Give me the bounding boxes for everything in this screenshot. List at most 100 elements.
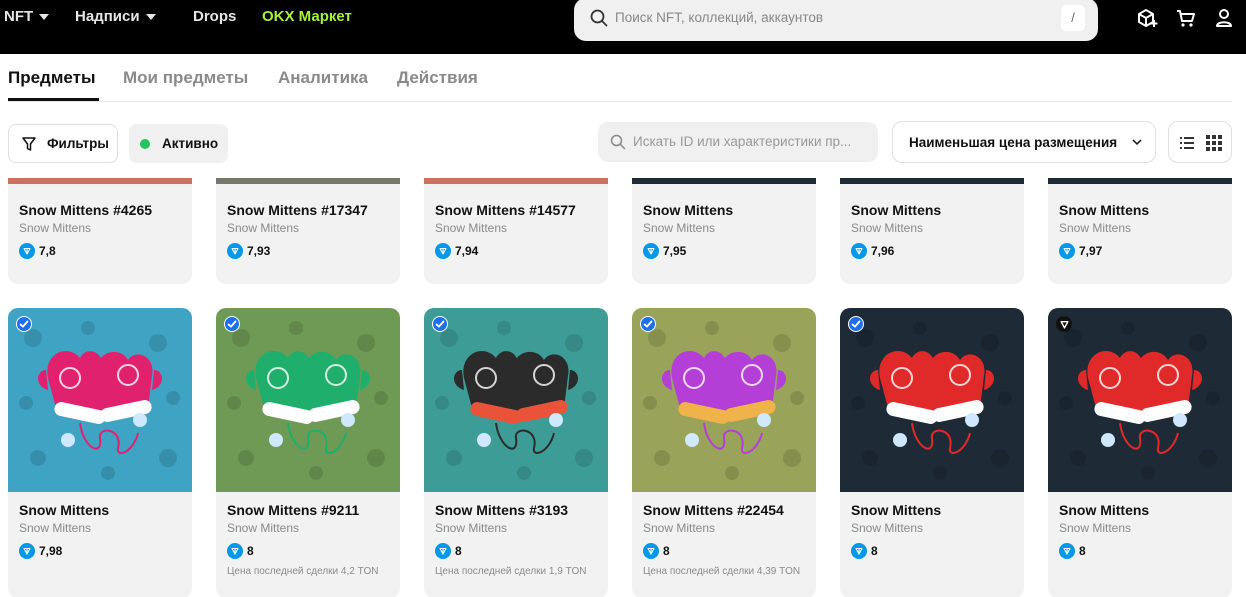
- nft-card[interactable]: Snow Mittens Snow Mittens 7,98: [8, 308, 192, 597]
- chevron-down-icon: [39, 13, 50, 20]
- mittens-illustration: [424, 308, 608, 492]
- chevron-down-icon: [1132, 139, 1142, 146]
- nft-card[interactable]: Snow Mittens #9211 Snow Mittens 8 Цена п…: [216, 308, 400, 597]
- nav-inscriptions-label: Надписи: [75, 8, 140, 25]
- nft-card-collection: Snow Mittens: [19, 521, 92, 535]
- nft-card-price: 8: [643, 543, 670, 559]
- nft-card-title: Snow Mittens: [643, 202, 734, 218]
- verified-badge-icon: [224, 316, 240, 332]
- ton-icon: [435, 543, 451, 559]
- nft-card-price-value: 8: [1079, 544, 1086, 558]
- tab-analytics[interactable]: Аналитика: [278, 68, 368, 88]
- nft-card-price: 7,98: [19, 543, 62, 559]
- nav-drops[interactable]: Drops: [193, 8, 236, 25]
- ton-icon: [1059, 243, 1075, 259]
- nft-card-title: Snow Mittens #3193: [435, 502, 569, 518]
- nft-card-price-value: 7,8: [39, 244, 56, 258]
- nft-card-title: Snow Mittens #22454: [643, 502, 784, 518]
- tab-my-items[interactable]: Мои предметы: [123, 68, 248, 88]
- search-icon: [610, 134, 626, 150]
- nft-card-title: Snow Mittens #9211: [227, 502, 360, 518]
- mittens-illustration: [632, 308, 816, 492]
- nft-image-edge: [840, 178, 1024, 184]
- nft-card[interactable]: Snow Mittens Snow Mittens 8: [1048, 308, 1232, 597]
- sort-dropdown-label: Наименьшая цена размещения: [909, 134, 1118, 150]
- nft-card-collection: Snow Mittens: [227, 521, 300, 535]
- nft-card-image[interactable]: [840, 308, 1024, 492]
- tab-items[interactable]: Предметы: [8, 68, 96, 88]
- ton-icon: [227, 243, 243, 259]
- nft-card-image[interactable]: [8, 308, 192, 492]
- nft-card[interactable]: Snow Mittens #4265 Snow Mittens 7,8: [8, 178, 192, 284]
- nft-card[interactable]: Snow Mittens Snow Mittens 8: [840, 308, 1024, 597]
- ton-icon: [19, 243, 35, 259]
- nft-image-edge: [1048, 178, 1232, 184]
- mittens-illustration: [840, 308, 1024, 492]
- nft-card-image[interactable]: [632, 308, 816, 492]
- nav-okx-market[interactable]: OKX Маркет: [262, 8, 352, 25]
- ton-icon: [643, 543, 659, 559]
- nav-nft-label: NFT: [4, 8, 34, 25]
- nft-card-image[interactable]: [424, 308, 608, 492]
- nft-card-price: 8: [851, 543, 878, 559]
- nft-image-edge: [216, 178, 400, 184]
- nft-card-last-sale: Цена последней сделки 1,9 TON: [435, 566, 587, 577]
- nft-card-image[interactable]: [216, 308, 400, 492]
- nft-card-price-value: 7,93: [247, 244, 271, 258]
- nft-card-price: 8: [435, 543, 462, 559]
- nft-card-price: 7,8: [19, 243, 56, 259]
- nft-card[interactable]: Snow Mittens #14577 Snow Mittens 7,94: [424, 178, 608, 284]
- nft-card-title: Snow Mittens: [1059, 502, 1150, 518]
- status-active-label: Активно: [162, 136, 219, 151]
- nft-card[interactable]: Snow Mittens #22454 Snow Mittens 8 Цена …: [632, 308, 816, 597]
- mittens-illustration: [216, 308, 400, 492]
- verified-badge-icon: [432, 316, 448, 332]
- nft-image-edge: [632, 178, 816, 184]
- grid-view-icon[interactable]: [1206, 135, 1222, 151]
- nft-card-image[interactable]: [1048, 308, 1232, 492]
- mittens-illustration: [8, 308, 192, 492]
- nft-card-collection: Snow Mittens: [435, 221, 508, 235]
- nft-card-collection: Snow Mittens: [435, 521, 508, 535]
- list-view-icon[interactable]: [1180, 136, 1194, 150]
- nft-card-title: Snow Mittens #17347: [227, 202, 368, 218]
- nav-nft[interactable]: NFT: [4, 8, 50, 25]
- nft-card-collection: Snow Mittens: [1059, 521, 1132, 535]
- ton-icon: [227, 543, 243, 559]
- nft-grid: Snow Mittens #4265 Snow Mittens 7,8 Snow…: [0, 178, 1246, 597]
- nav-inscriptions[interactable]: Надписи: [75, 8, 156, 25]
- status-active-toggle[interactable]: Активно: [129, 124, 228, 163]
- verified-badge-icon: [848, 316, 864, 332]
- nft-card-price-value: 7,97: [1079, 244, 1103, 258]
- nft-card-price: 7,93: [227, 243, 270, 259]
- ton-icon: [19, 543, 35, 559]
- item-search-input[interactable]: Искать ID или характеристики пр...: [598, 122, 878, 162]
- chevron-down-icon: [145, 13, 156, 20]
- nft-card-price-value: 7,94: [455, 244, 479, 258]
- cube-plus-icon[interactable]: [1136, 7, 1158, 29]
- item-search-placeholder: Искать ID или характеристики пр...: [633, 134, 852, 149]
- nft-card[interactable]: Snow Mittens #17347 Snow Mittens 7,93: [216, 178, 400, 284]
- nft-card-price: 7,97: [1059, 243, 1102, 259]
- nft-card-title: Snow Mittens #4265: [19, 202, 153, 218]
- ton-icon: [851, 543, 867, 559]
- nft-card-price-value: 7,96: [871, 244, 895, 258]
- mittens-illustration: [1048, 308, 1232, 492]
- nft-card-price: 8: [1059, 543, 1086, 559]
- nft-card-price-value: 8: [247, 544, 254, 558]
- filters-button[interactable]: Фильтры: [8, 124, 118, 163]
- active-tab-indicator: [8, 98, 99, 101]
- nft-card-title: Snow Mittens #14577: [435, 202, 576, 218]
- tab-activity[interactable]: Действия: [397, 68, 478, 88]
- cart-icon[interactable]: [1175, 7, 1197, 29]
- sort-dropdown[interactable]: Наименьшая цена размещения: [892, 121, 1156, 163]
- nft-card-price-value: 8: [871, 544, 878, 558]
- user-icon[interactable]: [1213, 7, 1235, 29]
- nft-card[interactable]: Snow Mittens Snow Mittens 7,97: [1048, 178, 1232, 284]
- nft-card[interactable]: Snow Mittens Snow Mittens 7,96: [840, 178, 1024, 284]
- search-shortcut-key: /: [1061, 5, 1085, 31]
- nft-card[interactable]: Snow Mittens Snow Mittens 7,95: [632, 178, 816, 284]
- global-search-input[interactable]: Поиск NFT, коллекций, аккаунтов /: [574, 0, 1098, 41]
- nft-card[interactable]: Snow Mittens #3193 Snow Mittens 8 Цена п…: [424, 308, 608, 597]
- nft-card-price-value: 8: [455, 544, 462, 558]
